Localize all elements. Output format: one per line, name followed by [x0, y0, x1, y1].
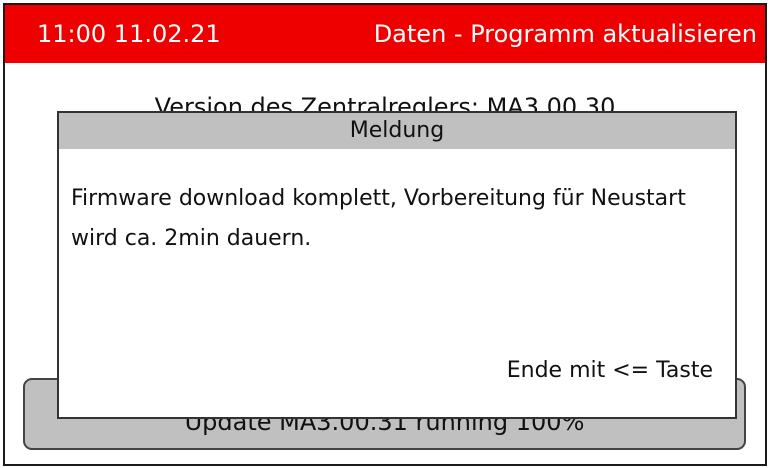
- header-datetime: 11:00 11.02.21: [37, 20, 221, 48]
- dialog-exit-hint: Ende mit <= Taste: [506, 358, 713, 383]
- dialog-message: Firmware download komplett, Vorbereitung…: [71, 186, 686, 251]
- header-bar: 11:00 11.02.21 Daten - Programm aktualis…: [5, 5, 765, 63]
- page-title: Daten - Programm aktualisieren: [373, 20, 757, 48]
- dialog-title: Meldung: [59, 113, 735, 149]
- message-dialog: Meldung Firmware download komplett, Vorb…: [57, 111, 737, 419]
- controller-screen: 11:00 11.02.21 Daten - Programm aktualis…: [3, 3, 767, 466]
